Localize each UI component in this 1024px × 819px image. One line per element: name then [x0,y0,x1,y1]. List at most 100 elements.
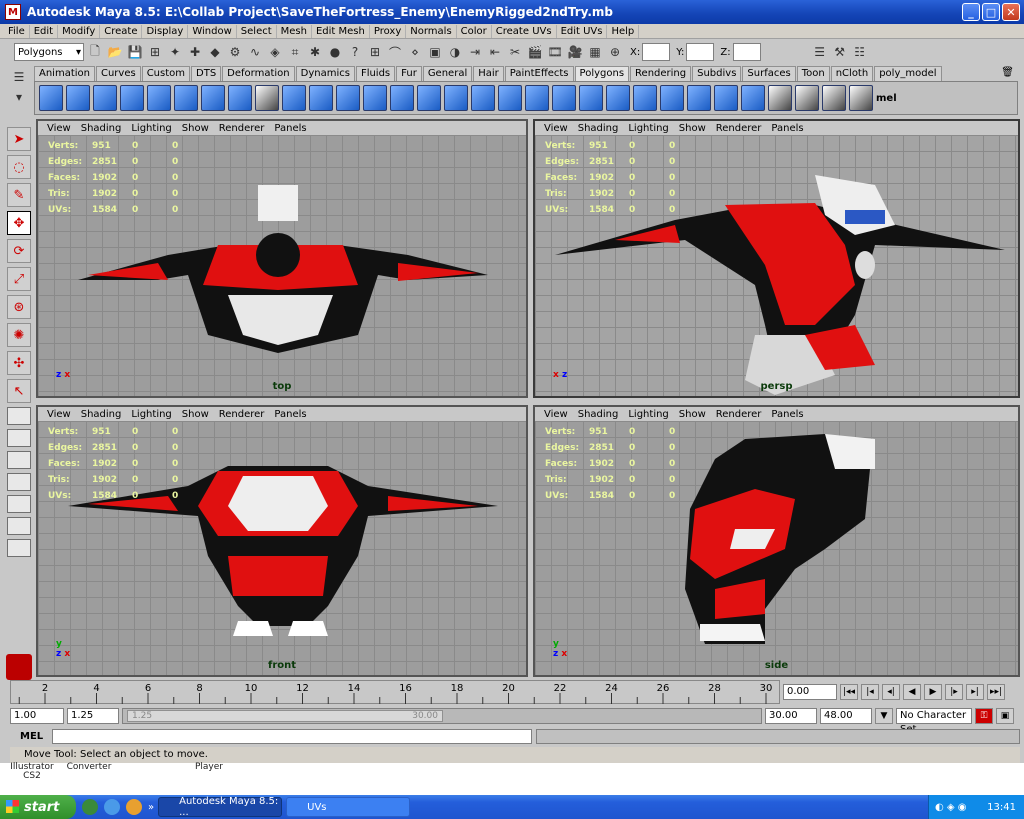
taskbar-maya[interactable]: Autodesk Maya 8.5: ... [158,796,283,818]
quicklaunch-chevron-icon[interactable]: » [148,802,154,813]
checker-texture-icon[interactable] [795,85,819,111]
panel-menu-lighting[interactable]: Lighting [623,123,673,134]
menu-select[interactable]: Select [237,24,277,38]
maximize-button[interactable]: □ [982,3,1000,21]
menu-edit-uvs[interactable]: Edit UVs [557,24,608,38]
menu-create-uvs[interactable]: Create UVs [492,24,557,38]
step-forward-key-icon[interactable]: ▸| [966,684,984,700]
shelf-tab-polygons[interactable]: Polygons [574,66,630,81]
history-input-icon[interactable]: ⇥ [466,43,484,61]
playback-end-field[interactable]: 30.00 [765,708,817,724]
panel-menu-panels[interactable]: Panels [269,123,311,134]
append-polygon-icon[interactable] [417,85,441,111]
split-polygon-icon[interactable] [552,85,576,111]
select-object-icon[interactable]: ✦ [166,43,184,61]
panel-menu-panels[interactable]: Panels [766,123,808,134]
construction-history-icon[interactable]: ✂ [506,43,524,61]
shelf-tab-rendering[interactable]: Rendering [630,66,692,81]
desktop-icon-illustrator[interactable]: Illustrator CS2 [2,763,62,781]
poly-cone-icon[interactable] [120,85,144,111]
close-button[interactable]: ✕ [1002,3,1020,21]
panel-menu-panels[interactable]: Panels [766,409,808,420]
shelf-tab-poly-model[interactable]: poly_model [874,66,942,81]
panel-menu-shading[interactable]: Shading [76,123,127,134]
universal-manipulator-icon[interactable]: ⊛ [7,295,31,319]
rotate-tool-icon[interactable]: ⟳ [7,239,31,263]
step-back-frame-icon[interactable]: ◂| [882,684,900,700]
viewport-canvas[interactable]: Verts: 951 0 0 Edges: 2851 0 0 Faces: 1902 0 0 Tr… [38,421,526,675]
play-forwards-icon[interactable]: ▶ [924,684,942,700]
viewport-side[interactable]: View Shading Lighting Show Renderer Pane… [533,405,1020,677]
panel-menu-show[interactable]: Show [674,409,711,420]
viewport-canvas[interactable]: Verts: 951 0 0 Edges: 2851 0 0 Faces: 1902 0 0 Tr… [535,135,1018,396]
scale-tool-icon[interactable]: ⤢ [7,267,31,291]
play-backwards-icon[interactable]: ◀ [903,684,921,700]
channel-box-icon[interactable]: ☷ [851,43,869,61]
shelf-tab-dts[interactable]: DTS [191,66,222,81]
open-scene-icon[interactable]: 📂 [106,43,124,61]
taskbar-uvs-folder[interactable]: UVs [286,797,411,817]
minimize-button[interactable]: _ [962,3,980,21]
step-forward-frame-icon[interactable]: |▸ [945,684,963,700]
automatic-map-icon[interactable] [741,85,765,111]
mask-surface-icon[interactable]: ◈ [266,43,284,61]
shelf-tab-custom[interactable]: Custom [141,66,191,81]
select-hierarchy-icon[interactable]: ⊞ [146,43,164,61]
save-scene-icon[interactable]: 💾 [126,43,144,61]
fill-hole-icon[interactable] [444,85,468,111]
poly-sphere-icon[interactable] [39,85,63,111]
checker-tile-icon[interactable] [822,85,846,111]
poly-pipe-icon[interactable] [228,85,252,111]
menu-window[interactable]: Window [188,24,237,38]
shelf-tab-fluids[interactable]: Fluids [355,66,396,81]
extract-icon[interactable] [336,85,360,111]
show-manipulator-icon[interactable]: ✣ [7,351,31,375]
paint-select-tool-icon[interactable]: ✎ [7,183,31,207]
desktop-icon-converter[interactable]: Converter [64,763,114,772]
cylindrical-map-icon[interactable] [687,85,711,111]
attribute-editor-icon[interactable]: ☰ [811,43,829,61]
show-desktop-icon[interactable] [82,799,98,815]
playback-start-field[interactable]: 1.25 [67,708,119,724]
panel-menu-view[interactable]: View [539,409,573,420]
mask-misc-icon[interactable]: ? [346,43,364,61]
viewport-front[interactable]: View Shading Lighting Show Renderer Pane… [36,405,528,677]
panel-menu-view[interactable]: View [42,123,76,134]
poly-plane-icon[interactable] [147,85,171,111]
shelf-tab-ncloth[interactable]: nCloth [830,66,874,81]
menu-normals[interactable]: Normals [406,24,457,38]
soft-modification-icon[interactable]: ✺ [7,323,31,347]
panel-menu-lighting[interactable]: Lighting [126,409,176,420]
y-field[interactable] [686,43,715,61]
step-back-key-icon[interactable]: |◂ [861,684,879,700]
mask-dynamic-icon[interactable]: ✱ [306,43,324,61]
panel-menu-view[interactable]: View [42,409,76,420]
select-tool-icon[interactable]: ➤ [7,127,31,151]
range-options-icon[interactable]: ▼ [875,708,893,724]
snap-curve-icon[interactable]: ⌒ [386,43,404,61]
maya-app-icon[interactable]: M [5,4,21,20]
viewport-top[interactable]: View Shading Lighting Show Renderer Pane… [36,119,528,398]
shelf-tab-painteffects[interactable]: PaintEffects [504,66,574,81]
poly-torus-icon[interactable] [174,85,198,111]
lasso-tool-icon[interactable]: ◌ [7,155,31,179]
select-component-icon[interactable]: ✚ [186,43,204,61]
extrude-icon[interactable] [471,85,495,111]
history-output-icon[interactable]: ⇤ [486,43,504,61]
internet-explorer-icon[interactable] [104,799,120,815]
current-time-field[interactable]: 0.00 [783,684,837,700]
poly-cylinder-icon[interactable] [93,85,117,111]
x-field[interactable] [642,43,671,61]
outliner-layout-icon[interactable] [7,451,31,469]
panel-menu-show[interactable]: Show [674,123,711,134]
panel-menu-show[interactable]: Show [177,123,214,134]
duplicate-face-icon[interactable] [633,85,657,111]
tray-icons[interactable]: ◐ ◈ ◉ [929,802,967,813]
panel-menu-renderer[interactable]: Renderer [214,409,270,420]
time-slider-ruler[interactable]: 2 4 6 8 10 12 14 16 18 20 22 24 26 28 30 [11,681,781,705]
menu-create[interactable]: Create [100,24,143,38]
range-slider[interactable]: 1.25 30.00 [122,708,762,724]
combine-icon[interactable] [282,85,306,111]
hypershade-layout-icon[interactable] [7,495,31,513]
menu-set-dropdown[interactable]: Polygons ▾ [14,43,84,61]
